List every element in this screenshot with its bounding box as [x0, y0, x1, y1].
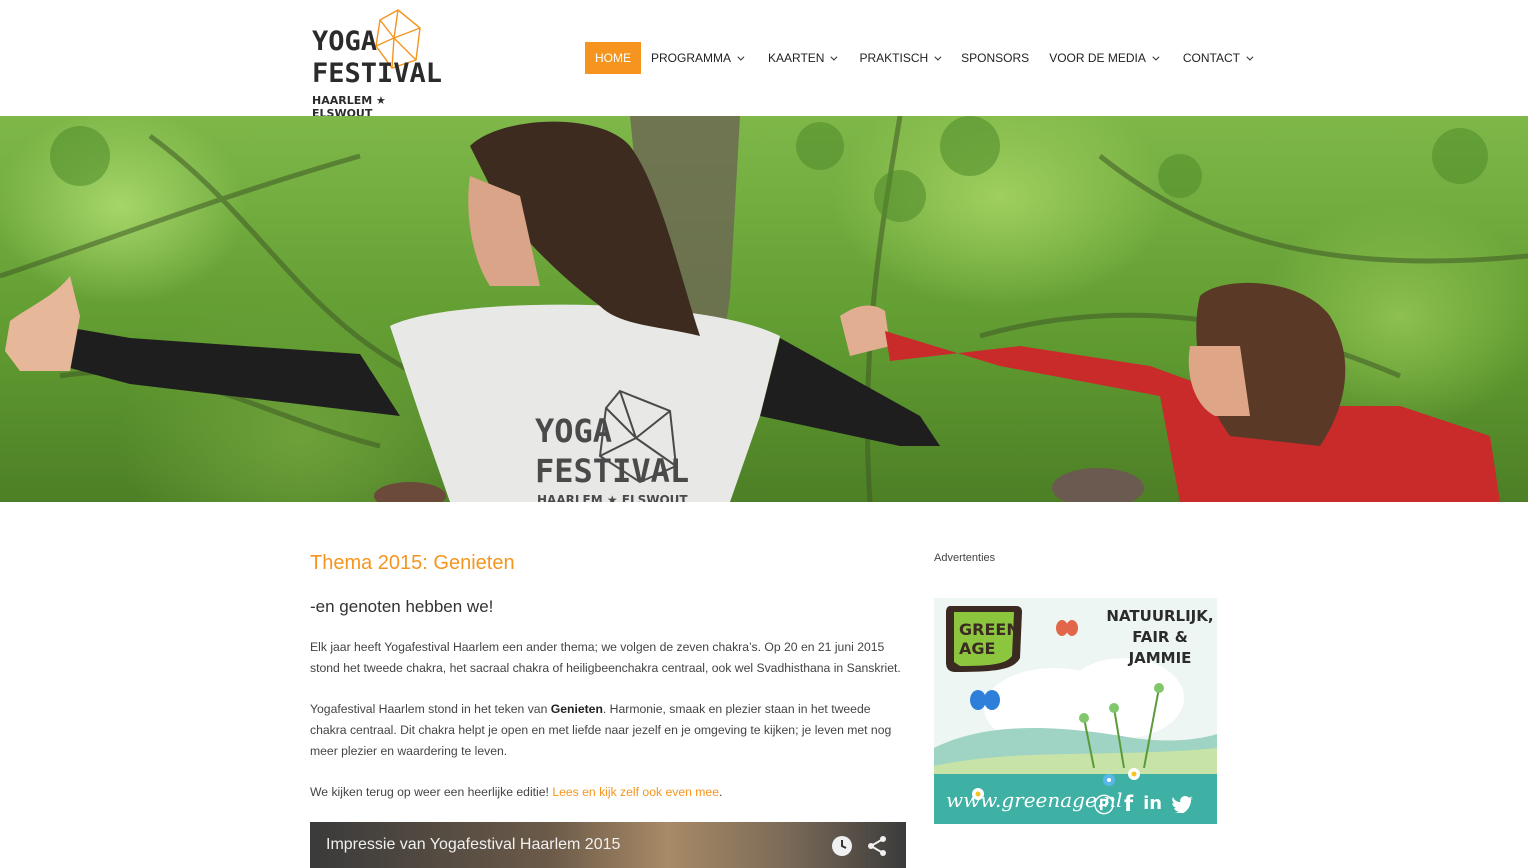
nav-item-programma[interactable]: PROGRAMMA: [641, 42, 752, 74]
clock-icon[interactable]: [830, 834, 854, 858]
ad-label: Advertenties: [934, 552, 996, 564]
woman-white-shirt: YOGA FESTIVAL HAARLEM ★ ELSWOUT: [5, 121, 940, 502]
nav-item-praktisch[interactable]: PRAKTISCH: [849, 42, 949, 74]
paragraph-text: Yogafestival Haarlem stond in het teken …: [310, 702, 551, 716]
pinterest-icon[interactable]: Ⓟ: [1094, 789, 1114, 818]
hero-image: YOGA FESTIVAL HAARLEM ★ ELSWOUT: [0, 116, 1528, 502]
article-paragraph-2: Yogafestival Haarlem stond in het teken …: [310, 699, 906, 762]
main-nav: HOME PROGRAMMA KAARTEN PRAKTISCH SPONSOR…: [585, 42, 1261, 74]
ad-slogan-line1: NATUURLIJK,: [1106, 607, 1214, 625]
chevron-down-icon: [830, 53, 838, 61]
logo-line-yoga: YOGA: [312, 26, 378, 57]
sidebar: Advertenties GREEN AGE NATUURLIJK, FAIR …: [934, 552, 1217, 824]
nav-item-contact[interactable]: CONTACT: [1173, 42, 1261, 74]
ad-brand-line2: AGE: [959, 639, 996, 658]
paragraph-text: We kijken terug op weer een heerlijke ed…: [310, 785, 553, 799]
shirt-print-yoga: YOGA: [535, 412, 612, 450]
twitter-icon[interactable]: [1172, 795, 1194, 813]
nav-item-kaarten[interactable]: KAARTEN: [758, 42, 845, 74]
shirt-print-location: HAARLEM ★ ELSWOUT: [537, 493, 688, 502]
paragraph-bold-text: Genieten: [550, 702, 603, 716]
chevron-down-icon: [737, 53, 745, 61]
article: Thema 2015: Genieten -en genoten hebben …: [310, 548, 906, 803]
nav-item-label: PROGRAMMA: [651, 51, 732, 65]
chevron-down-icon: [1152, 53, 1160, 61]
ad-slogan-line2: FAIR &: [1132, 628, 1188, 646]
linkedin-icon[interactable]: in: [1143, 793, 1162, 814]
nav-item-label: CONTACT: [1182, 51, 1240, 65]
share-icon[interactable]: [865, 834, 889, 858]
nav-item-label: SPONSORS: [961, 51, 1030, 65]
shirt-print-festival: FESTIVAL: [535, 452, 689, 490]
article-title: Thema 2015: Genieten: [310, 552, 515, 574]
article-subtitle: -en genoten hebben we!: [310, 597, 494, 616]
nav-item-home[interactable]: HOME: [585, 42, 641, 74]
nav-item-label: VOOR DE MEDIA: [1049, 51, 1146, 65]
ad-slogan-line3: JAMMIE: [1128, 649, 1192, 667]
nav-item-sponsors[interactable]: SPONSORS: [951, 42, 1039, 74]
nav-item-label: PRAKTISCH: [859, 51, 929, 65]
facebook-icon[interactable]: f: [1124, 792, 1133, 816]
site-header: YOGA FESTIVAL HAARLEM ★ ELSWOUT HOME PRO…: [0, 0, 1528, 120]
chevron-down-icon: [1246, 53, 1254, 61]
nav-item-voor-de-media[interactable]: VOOR DE MEDIA: [1039, 42, 1167, 74]
chevron-down-icon: [934, 53, 942, 61]
nav-item-label: HOME: [595, 51, 631, 65]
article-paragraph-3: We kijken terug op weer een heerlijke ed…: [310, 782, 906, 803]
read-more-link[interactable]: Lees en kijk zelf ook even mee: [552, 785, 719, 799]
site-logo[interactable]: YOGA FESTIVAL HAARLEM ★ ELSWOUT: [310, 8, 442, 120]
article-paragraph-1: Elk jaar heeft Yogafestival Haarlem een …: [310, 640, 901, 675]
hero-photo-illustration: YOGA FESTIVAL HAARLEM ★ ELSWOUT: [0, 116, 1528, 502]
ad-brand-line1: GREEN: [959, 620, 1020, 639]
video-embed[interactable]: Impressie van Yogafestival Haarlem 2015: [310, 822, 906, 868]
paragraph-text: .: [718, 785, 723, 799]
video-title[interactable]: Impressie van Yogafestival Haarlem 2015: [326, 836, 620, 854]
nav-item-label: KAARTEN: [768, 51, 825, 65]
logo-line-festival: FESTIVAL: [312, 58, 443, 89]
greenage-ad-banner[interactable]: GREEN AGE NATUURLIJK, FAIR & JAMMIE www.…: [934, 598, 1217, 824]
